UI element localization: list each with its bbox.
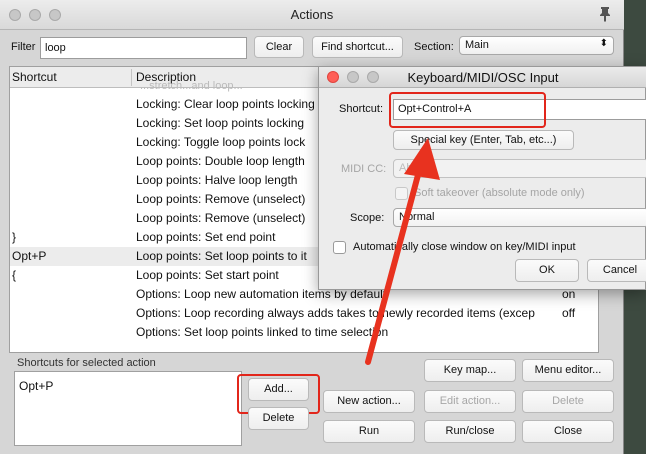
annotation-arrow [365,138,440,365]
